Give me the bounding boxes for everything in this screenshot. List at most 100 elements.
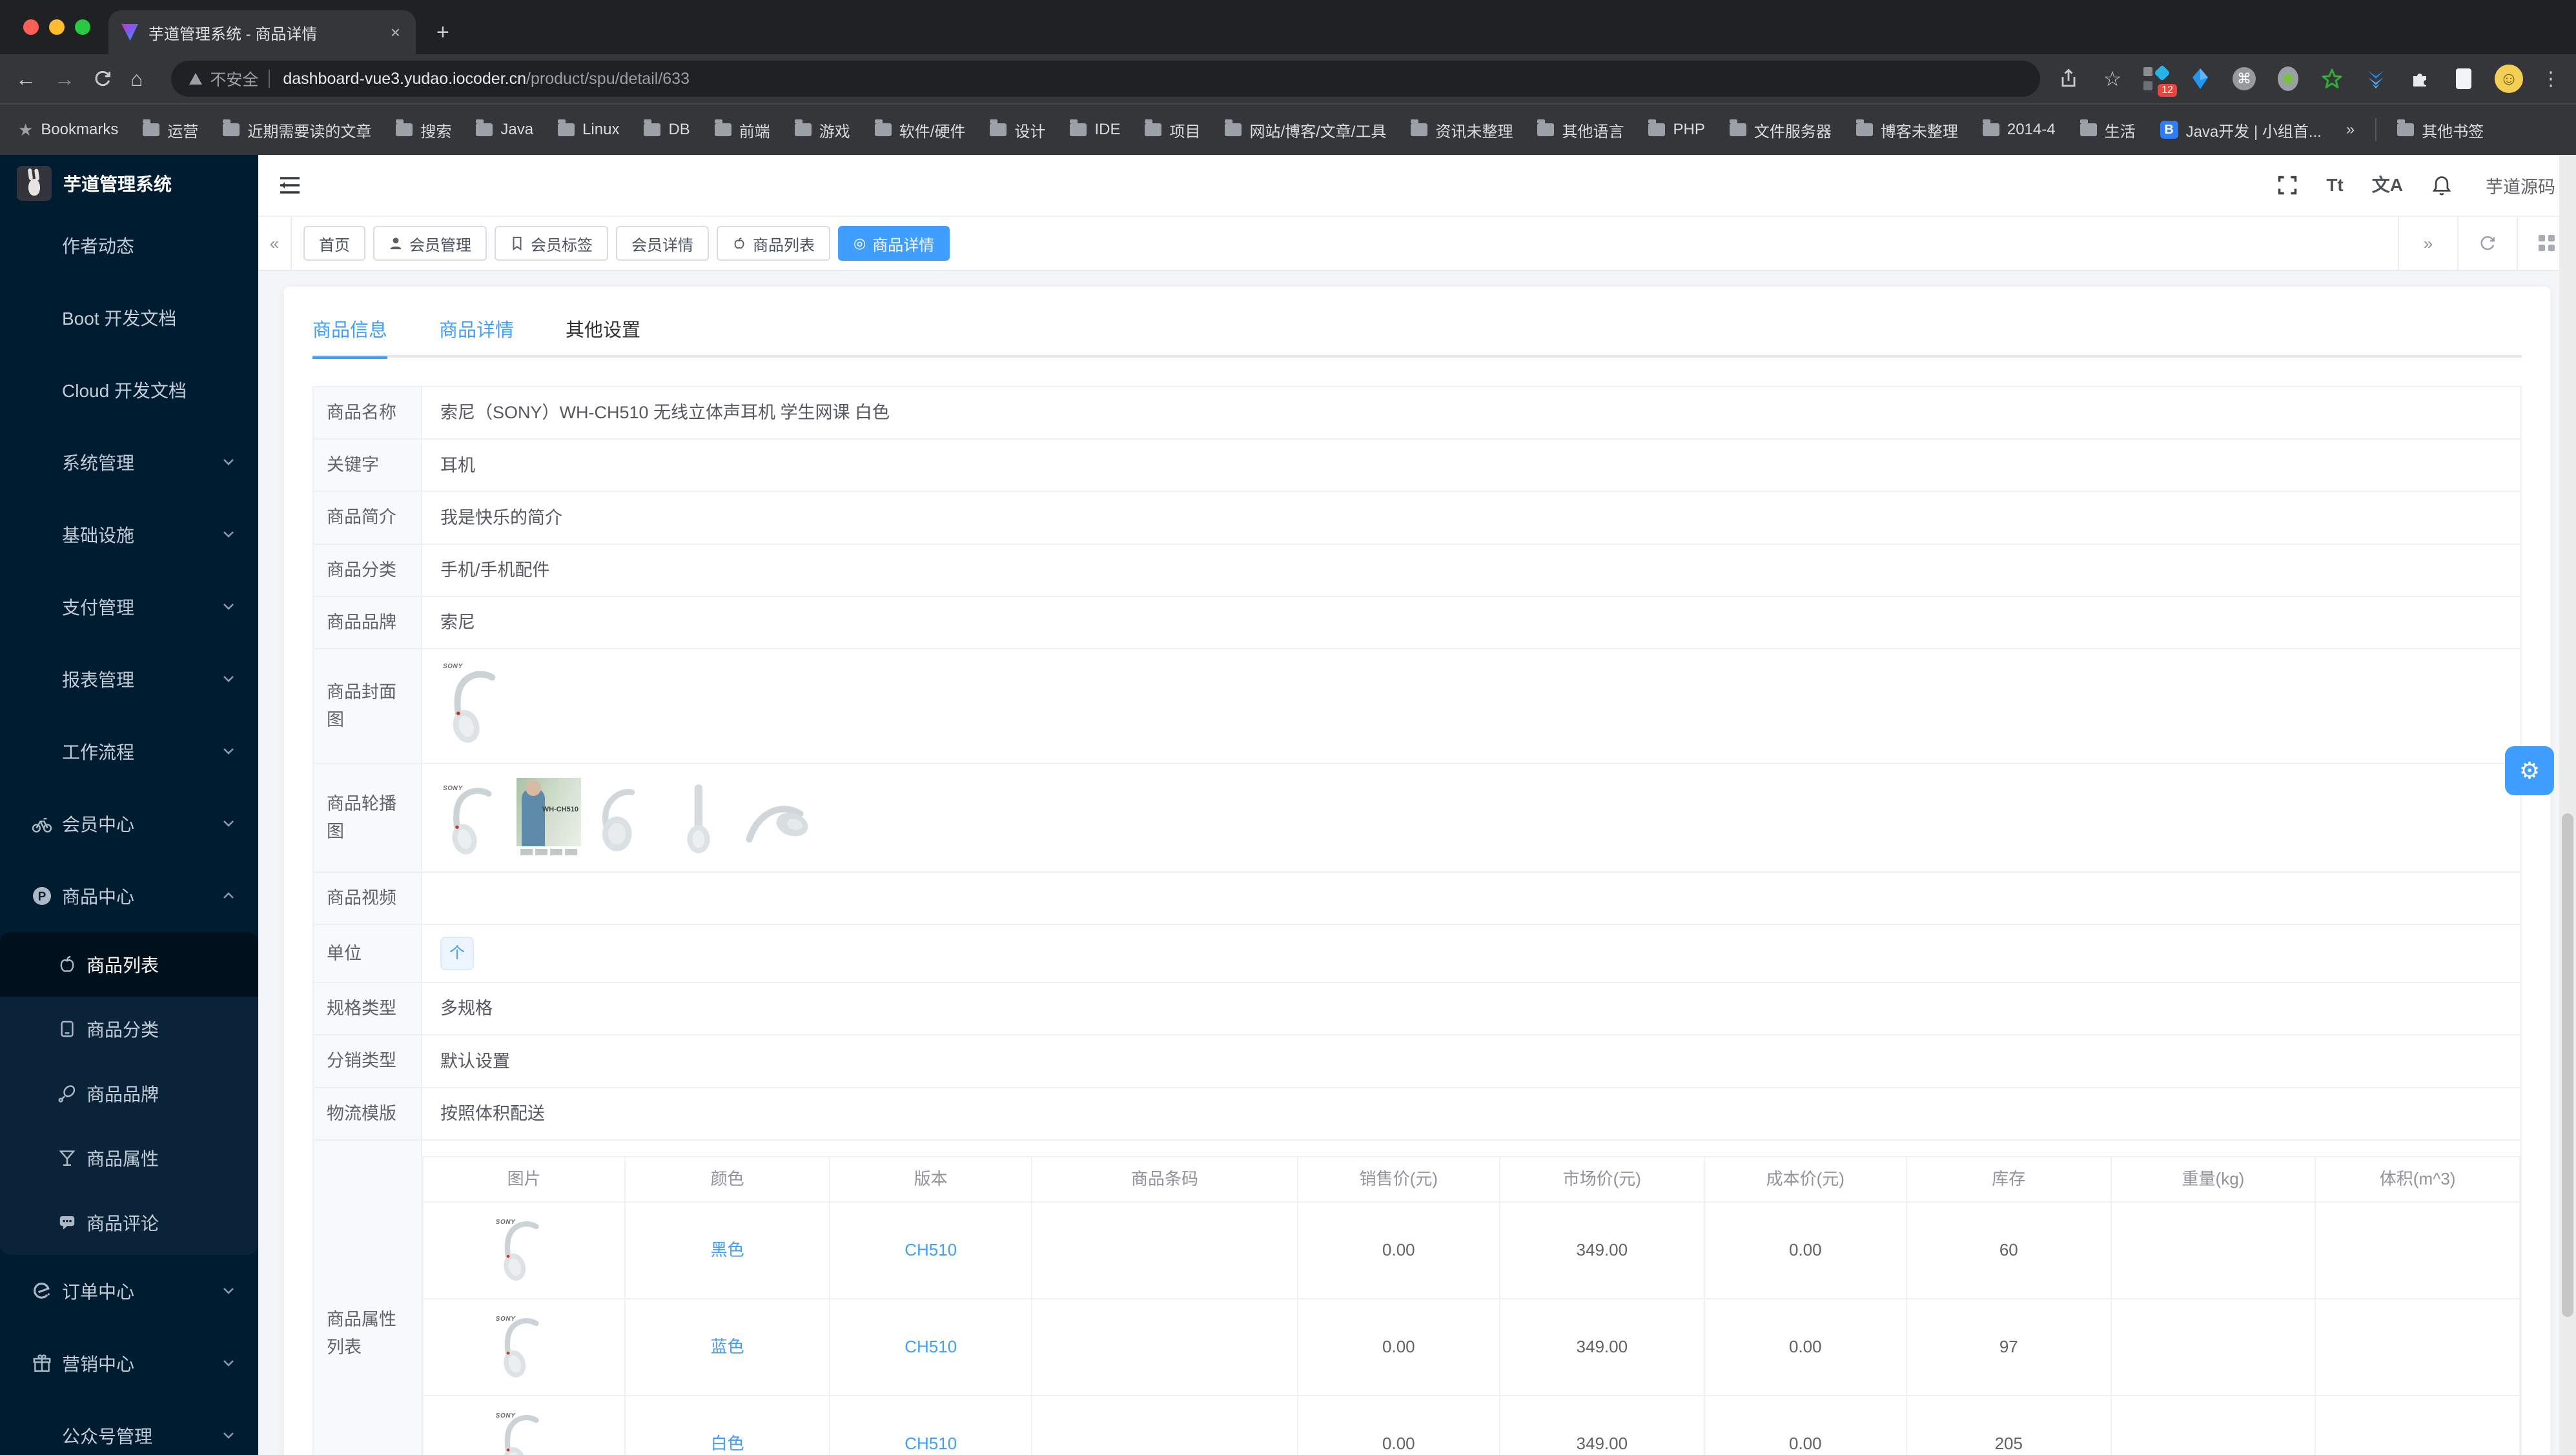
other-bookmarks[interactable]: 其他书签 bbox=[2397, 119, 2484, 141]
bookmarks-manager[interactable]: ★ Bookmarks bbox=[18, 120, 118, 140]
bookmark-link[interactable]: B Java开发 | 小组首... bbox=[2160, 119, 2322, 141]
sidebar-item-marketing-center[interactable]: 营销中心 bbox=[0, 1327, 258, 1399]
sku-version-link[interactable]: CH510 bbox=[828, 1394, 1033, 1455]
sidebar-item-product-comment[interactable]: 商品评论 bbox=[0, 1190, 258, 1255]
app-logo[interactable]: 芋道管理系统 bbox=[0, 158, 258, 209]
bookmark-folder[interactable]: 近期需要读的文章 bbox=[223, 119, 371, 141]
carousel-image-promo[interactable]: WH-CH510 bbox=[516, 777, 581, 858]
share-icon[interactable] bbox=[2056, 66, 2081, 92]
tag-product-detail[interactable]: ◎ 商品详情 bbox=[838, 226, 950, 261]
carousel-image[interactable] bbox=[740, 782, 810, 858]
tag-home[interactable]: 首页 bbox=[303, 226, 365, 261]
bookmark-folder[interactable]: 其他语言 bbox=[1537, 119, 1624, 141]
extension-kite-icon[interactable] bbox=[2187, 66, 2213, 92]
window-controls[interactable] bbox=[23, 19, 90, 35]
font-size-icon[interactable]: Tt bbox=[2326, 176, 2343, 194]
bookmark-folder[interactable]: 2014-4 bbox=[1982, 119, 2056, 139]
sku-image[interactable]: SONY bbox=[493, 1410, 555, 1455]
tag-product-list[interactable]: 商品列表 bbox=[717, 226, 830, 261]
bookmark-folder[interactable]: IDE bbox=[1070, 119, 1120, 139]
bookmark-folder[interactable]: 软件/硬件 bbox=[874, 119, 965, 141]
scrollbar-thumb[interactable] bbox=[2562, 813, 2573, 1317]
bookmark-folder[interactable]: 项目 bbox=[1145, 119, 1200, 141]
bookmark-folder[interactable]: 资讯未整理 bbox=[1411, 119, 1513, 141]
settings-drawer-button[interactable]: ⚙ bbox=[2505, 746, 2554, 795]
bookmark-folder[interactable]: 设计 bbox=[990, 119, 1045, 141]
bookmark-folder[interactable]: 前端 bbox=[714, 119, 770, 141]
sidebar-item-member-center[interactable]: 会员中心 bbox=[0, 788, 258, 860]
sidebar-item-product-attribute[interactable]: 商品属性 bbox=[0, 1126, 258, 1190]
fullscreen-icon[interactable] bbox=[2277, 175, 2298, 196]
collapse-menu-icon[interactable] bbox=[279, 176, 301, 195]
tag-member-manage[interactable]: 会员管理 bbox=[373, 226, 487, 261]
tags-scroll-right-icon[interactable]: » bbox=[2398, 217, 2457, 270]
sidebar-item-mp-manage[interactable]: 公众号管理 bbox=[0, 1399, 258, 1455]
notification-bell-icon[interactable] bbox=[2431, 174, 2452, 196]
sidebar-item-product-category[interactable]: 商品分类 bbox=[0, 997, 258, 1061]
tab-other-settings[interactable]: 其他设置 bbox=[566, 305, 640, 356]
product-cover-image[interactable]: SONY bbox=[440, 660, 515, 751]
url-bar[interactable]: 不安全 dashboard-vue3.yudao.iocoder.cn/prod… bbox=[171, 61, 2040, 97]
home-icon[interactable]: ⌂ bbox=[130, 68, 143, 89]
bookmark-folder[interactable]: 网站/博客/文章/工具 bbox=[1225, 119, 1386, 141]
bookmark-folder[interactable]: PHP bbox=[1648, 119, 1705, 139]
sidebar-item-product-list[interactable]: 商品列表 bbox=[0, 932, 258, 997]
extensions-puzzle-icon[interactable] bbox=[2407, 66, 2433, 92]
bookmarks-overflow-icon[interactable]: » bbox=[2346, 121, 2355, 139]
sku-color-link[interactable]: 白色 bbox=[624, 1394, 830, 1455]
sku-image[interactable]: SONY bbox=[493, 1216, 555, 1284]
bookmark-folder[interactable]: 游戏 bbox=[794, 119, 850, 141]
extension-star-icon[interactable] bbox=[2319, 66, 2345, 92]
sidebar-item-cloud-doc[interactable]: Cloud 开发文档 bbox=[0, 354, 258, 426]
sidebar-item-product-center[interactable]: P 商品中心 bbox=[0, 860, 258, 932]
forward-icon[interactable]: → bbox=[54, 68, 75, 89]
sku-version-link[interactable]: CH510 bbox=[828, 1297, 1033, 1396]
extension-tab-manager-icon[interactable]: 12 bbox=[2143, 65, 2177, 97]
sidebar-item-report[interactable]: 报表管理 bbox=[0, 643, 258, 715]
extension-reader-icon[interactable] bbox=[2451, 66, 2477, 92]
bookmark-folder[interactable]: 运营 bbox=[143, 119, 198, 141]
browser-tab[interactable]: 芋道管理系统 - 商品详情 × bbox=[108, 10, 416, 54]
sidebar-item-product-brand[interactable]: 商品品牌 bbox=[0, 1061, 258, 1126]
bookmark-star-icon[interactable]: ☆ bbox=[2100, 66, 2125, 92]
sidebar-item-order-center[interactable]: 订单中心 bbox=[0, 1255, 258, 1327]
tag-member-detail[interactable]: 会员详情 bbox=[616, 226, 709, 261]
bookmark-folder[interactable]: 搜索 bbox=[396, 119, 451, 141]
zoom-window-button[interactable] bbox=[75, 19, 90, 35]
carousel-image[interactable] bbox=[588, 782, 657, 858]
sidebar-item-pay[interactable]: 支付管理 bbox=[0, 571, 258, 643]
close-window-button[interactable] bbox=[23, 19, 39, 35]
bookmark-folder[interactable]: 生活 bbox=[2080, 119, 2136, 141]
sidebar-item-infra[interactable]: 基础设施 bbox=[0, 498, 258, 571]
bookmark-folder[interactable]: Java bbox=[476, 119, 533, 139]
bookmark-folder[interactable]: 博客未整理 bbox=[1855, 119, 1958, 141]
language-icon[interactable]: 文A bbox=[2372, 176, 2403, 194]
minimize-window-button[interactable] bbox=[49, 19, 65, 35]
sidebar-item-boot-doc[interactable]: Boot 开发文档 bbox=[0, 281, 258, 354]
extension-command-icon[interactable]: ⌘ bbox=[2231, 66, 2257, 92]
extension-vue-devtools-icon[interactable] bbox=[2363, 66, 2389, 92]
sidebar-item-system[interactable]: 系统管理 bbox=[0, 426, 258, 498]
sku-version-link[interactable]: CH510 bbox=[828, 1201, 1033, 1299]
sidebar-item-author-news[interactable]: 作者动态 bbox=[0, 209, 258, 281]
tab-product-detail[interactable]: 商品详情 bbox=[439, 305, 514, 356]
tags-refresh-icon[interactable] bbox=[2457, 217, 2517, 270]
bookmark-folder[interactable]: DB bbox=[644, 119, 690, 139]
page-scrollbar[interactable] bbox=[2559, 155, 2576, 1455]
not-secure-label[interactable]: 不安全 bbox=[210, 67, 258, 90]
new-tab-button[interactable]: + bbox=[436, 20, 449, 45]
browser-menu-icon[interactable]: ⋮ bbox=[2541, 68, 2561, 90]
tab-close-icon[interactable]: × bbox=[388, 23, 403, 43]
tags-scroll-left-icon[interactable]: « bbox=[258, 217, 292, 270]
carousel-image[interactable]: SONY bbox=[440, 782, 510, 858]
sku-image[interactable]: SONY bbox=[493, 1313, 555, 1381]
user-menu[interactable]: 芋道源码 bbox=[2486, 173, 2555, 198]
back-icon[interactable]: ← bbox=[15, 68, 36, 89]
sku-color-link[interactable]: 蓝色 bbox=[624, 1297, 830, 1396]
bookmark-folder[interactable]: Linux bbox=[558, 119, 619, 139]
tag-member-tag[interactable]: 会员标签 bbox=[495, 226, 608, 261]
bookmark-folder[interactable]: 文件服务器 bbox=[1729, 119, 1832, 141]
carousel-image[interactable] bbox=[664, 782, 733, 858]
sidebar-item-workflow[interactable]: 工作流程 bbox=[0, 715, 258, 788]
tab-product-info[interactable]: 商品信息 bbox=[312, 305, 388, 359]
